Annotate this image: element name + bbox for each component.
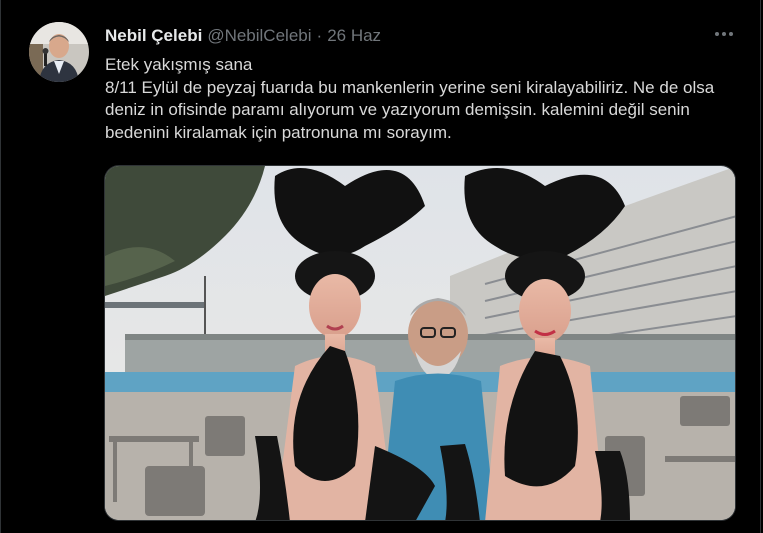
- author-handle[interactable]: @NebilCelebi: [207, 26, 311, 46]
- separator-dot: ·: [316, 26, 323, 45]
- tweet-timestamp[interactable]: 26 Haz: [327, 26, 381, 46]
- tweet-header: Nebil Çelebi @NebilCelebi · 26 Haz: [105, 25, 381, 47]
- tweet-text-line-1: Etek yakışmış sana: [105, 55, 253, 74]
- author-name[interactable]: Nebil Çelebi: [105, 26, 202, 46]
- tweet-text: Etek yakışmış sana 8/11 Eylül de peyzaj …: [105, 54, 745, 144]
- ellipsis-icon: [715, 32, 733, 36]
- tweet-text-line-2: 8/11 Eylül de peyzaj fuarıda bu mankenle…: [105, 77, 715, 142]
- tweet-media-photo[interactable]: [104, 165, 736, 521]
- photo-illustration: [105, 166, 735, 520]
- avatar[interactable]: [29, 22, 89, 82]
- more-options-button[interactable]: [711, 24, 737, 44]
- tweet-container: Nebil Çelebi @NebilCelebi · 26 Haz Etek …: [0, 0, 761, 533]
